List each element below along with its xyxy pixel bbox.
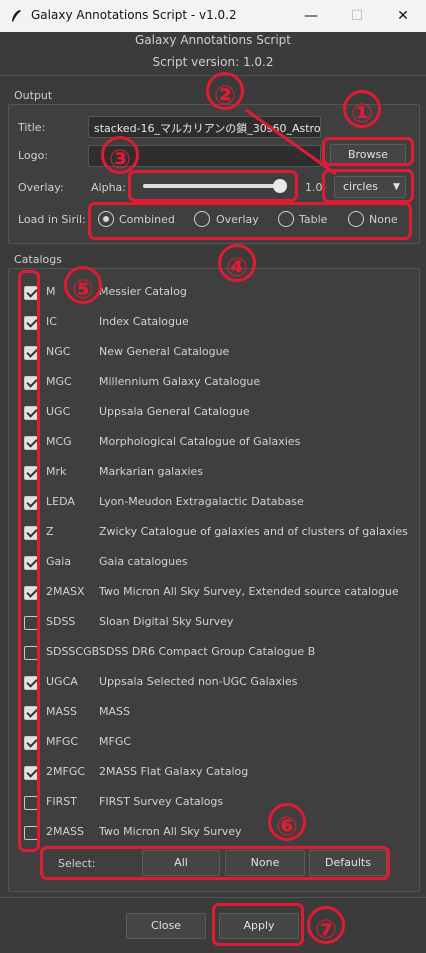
annotation-number-6: ⑥ xyxy=(268,803,306,842)
annotation-number-7: ⑦ xyxy=(307,906,345,945)
annotation-arrow xyxy=(245,108,337,176)
annotation-number-3: ③ xyxy=(101,136,139,175)
annotation-number-4: ④ xyxy=(218,244,256,283)
annotation-number-1: ① xyxy=(343,90,381,129)
annotation-number-5: ⑤ xyxy=(64,266,102,305)
annotation-number-2: ② xyxy=(206,72,244,111)
